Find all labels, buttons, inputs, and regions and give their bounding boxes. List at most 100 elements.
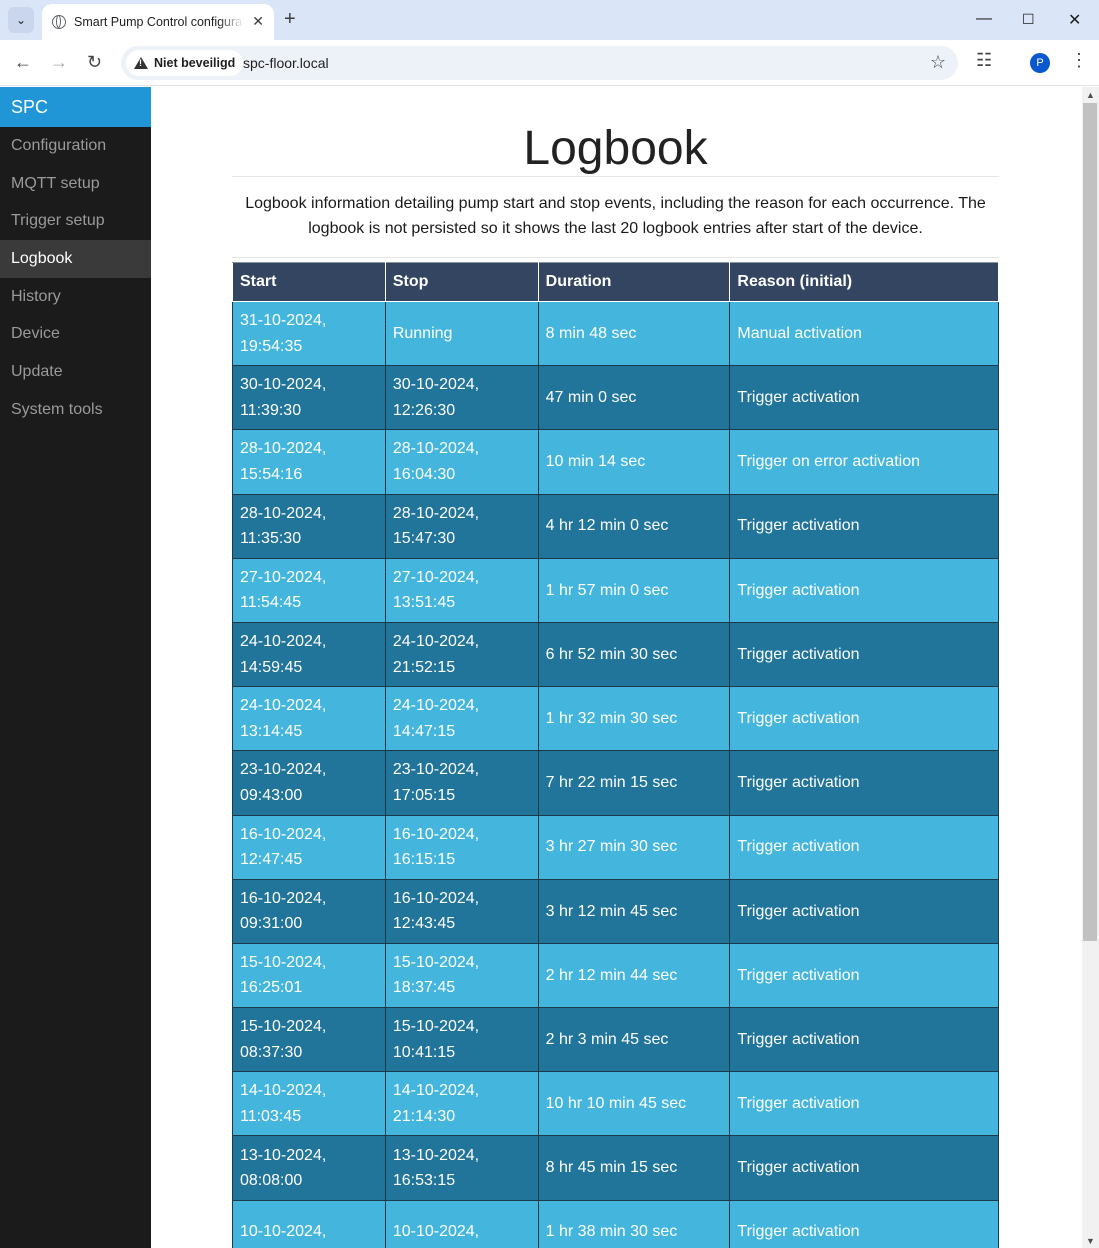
scroll-up-arrow-icon[interactable]: ▲ — [1086, 90, 1095, 100]
minimize-icon[interactable]: — — [976, 10, 992, 28]
divider — [232, 257, 999, 258]
column-header-start: Start — [232, 262, 386, 302]
stop-cell: 14-10-2024, 21:14:30 — [384, 1071, 539, 1137]
start-cell: 23-10-2024, 09:43:00 — [232, 750, 386, 816]
sidebar-item-update[interactable]: Update — [0, 353, 151, 391]
table-row: 23-10-2024, 09:43:00 23-10-2024, 17:05:15 7 … — [232, 750, 999, 816]
duration-cell: 1 hr 32 min 30 sec — [537, 686, 731, 752]
sidebar-item-device[interactable]: Device — [0, 315, 151, 353]
start-cell-start-date: 14-10-2024, — [240, 1082, 327, 1100]
sidebar-item-trigger-setup[interactable]: Trigger setup — [0, 202, 151, 240]
stop-cell: 10-10-2024, — [384, 1199, 539, 1248]
stop-cell-stop-time: 16:04:30 — [392, 465, 456, 483]
table-row: 28-10-2024, 15:54:16 28-10-2024, 16:04:30 10… — [232, 429, 999, 495]
reason-cell-reason: Manual activation — [737, 324, 862, 342]
new-tab-button[interactable]: + — [284, 8, 296, 30]
duration-cell: 1 hr 38 min 30 sec — [537, 1199, 731, 1248]
close-tab-icon[interactable]: ✕ — [252, 13, 264, 30]
reload-icon[interactable]: ↻ — [87, 52, 102, 73]
start-cell-start-time: 11:39:30 — [240, 401, 302, 419]
tab-search-button[interactable]: ⌄ — [8, 7, 34, 33]
stop-cell-stop-date: 14-10-2024, — [392, 1082, 480, 1100]
duration-cell-duration: 3 hr 12 min 45 sec — [545, 902, 678, 920]
reason-cell-reason: Trigger activation — [737, 902, 860, 920]
sidebar-item-history[interactable]: History — [0, 278, 151, 316]
url-text[interactable]: spc-floor.local — [243, 55, 329, 71]
table-row: 15-10-2024, 08:37:30 15-10-2024, 10:41:15 2 … — [232, 1007, 999, 1073]
reason-cell-reason: Trigger activation — [737, 838, 860, 856]
duration-cell: 4 hr 12 min 0 sec — [537, 493, 731, 559]
start-cell: 10-10-2024, — [232, 1199, 386, 1248]
scroll-down-arrow-icon[interactable]: ▼ — [1086, 1236, 1095, 1246]
reason-cell-reason: Trigger activation — [737, 1095, 860, 1113]
bookmark-star-icon[interactable]: ☆ — [930, 52, 946, 73]
start-cell: 13-10-2024, 08:08:00 — [232, 1135, 386, 1201]
duration-cell-duration: 1 hr 38 min 30 sec — [545, 1223, 678, 1241]
duration-cell: 3 hr 12 min 45 sec — [537, 878, 731, 944]
browser-tab[interactable]: Smart Pump Control configuration ✕ — [42, 4, 274, 40]
start-cell-start-date: 28-10-2024, — [240, 504, 327, 522]
sidebar-item-logbook[interactable]: Logbook — [0, 240, 151, 278]
sidebar-item-mqtt-setup[interactable]: MQTT setup — [0, 165, 151, 203]
duration-cell: 10 hr 10 min 45 sec — [537, 1071, 731, 1137]
duration-cell-duration: 2 hr 12 min 44 sec — [545, 966, 678, 984]
duration-cell-duration: 1 hr 32 min 30 sec — [545, 709, 678, 727]
reason-cell-reason: Trigger activation — [737, 389, 860, 407]
table-row: 16-10-2024, 09:31:00 16-10-2024, 12:43:45 3 … — [232, 878, 999, 944]
globe-icon — [52, 15, 66, 29]
start-cell: 27-10-2024, 11:54:45 — [232, 557, 386, 623]
stop-cell-stop-date: 28-10-2024, — [392, 504, 480, 522]
brand-logo[interactable]: SPC — [0, 87, 151, 127]
reason-cell: Trigger activation — [729, 365, 999, 431]
start-cell-start-time: 14:59:45 — [240, 658, 303, 676]
reason-cell-reason: Trigger activation — [737, 1159, 860, 1177]
extensions-icon[interactable]: ☷ — [976, 50, 992, 71]
start-cell-start-date: 28-10-2024, — [240, 440, 327, 458]
close-window-icon[interactable]: ✕ — [1068, 10, 1081, 30]
warning-icon — [134, 57, 148, 69]
sidebar-item-configuration[interactable]: Configuration — [0, 127, 151, 165]
stop-cell: 13-10-2024, 16:53:15 — [384, 1135, 539, 1201]
reason-cell: Manual activation — [729, 300, 999, 367]
start-cell-start-date: 13-10-2024, — [240, 1146, 327, 1164]
stop-cell-stop-time: 17:05:15 — [392, 786, 456, 804]
stop-cell: 23-10-2024, 17:05:15 — [384, 750, 539, 816]
sidebar-item-system-tools[interactable]: System tools — [0, 391, 151, 429]
menu-kebab-icon[interactable]: ⋮ — [1070, 50, 1088, 71]
stop-cell: 24-10-2024, 14:47:15 — [384, 686, 539, 752]
profile-avatar[interactable]: P — [1030, 53, 1050, 73]
table-row: 28-10-2024, 11:35:30 28-10-2024, 15:47:30 4 … — [232, 493, 999, 559]
duration-cell-duration: 47 min 0 sec — [545, 389, 637, 407]
page-scrollbar[interactable]: ▲ ▼ — [1082, 87, 1099, 1248]
reason-cell: Trigger on error activation — [729, 429, 999, 495]
duration-cell-duration: 1 hr 57 min 0 sec — [545, 581, 669, 599]
start-cell: 14-10-2024, 11:03:45 — [232, 1071, 386, 1137]
scrollbar-thumb[interactable] — [1083, 103, 1097, 941]
address-bar[interactable]: Niet beveiligd spc-floor.local ☆ — [121, 46, 958, 80]
forward-icon[interactable]: → — [50, 52, 68, 73]
duration-cell-duration: 8 hr 45 min 15 sec — [545, 1159, 678, 1177]
start-cell-start-time: 09:31:00 — [240, 915, 303, 933]
table-row: 24-10-2024, 14:59:45 24-10-2024, 21:52:15 6 … — [232, 621, 999, 688]
start-cell-start-time: 12:47:45 — [240, 851, 303, 869]
reason-cell-reason: Trigger activation — [737, 709, 860, 727]
start-cell: 24-10-2024, 14:59:45 — [232, 621, 386, 688]
security-chip[interactable]: Niet beveiligd — [126, 50, 244, 76]
duration-cell: 3 hr 27 min 30 sec — [537, 814, 731, 880]
stop-cell-stop-date: 24-10-2024, — [392, 697, 480, 715]
page-description: Logbook information detailing pump start… — [245, 195, 986, 237]
reason-cell-reason: Trigger activation — [737, 774, 860, 792]
start-cell-start-time: 11:54:45 — [240, 594, 302, 612]
back-icon[interactable]: ← — [14, 52, 32, 73]
stop-cell: 28-10-2024, 16:04:30 — [384, 429, 539, 495]
start-cell-start-date: 23-10-2024, — [240, 761, 327, 779]
reason-cell: Trigger activation — [729, 1135, 999, 1201]
column-header-stop: Stop — [384, 262, 539, 302]
duration-cell-duration: 2 hr 3 min 45 sec — [545, 1030, 669, 1048]
reason-cell: Trigger activation — [729, 942, 999, 1009]
stop-cell-stop-date: Running — [392, 324, 453, 342]
start-cell-start-date: 15-10-2024, — [240, 953, 327, 971]
maximize-icon[interactable]: ☐ — [1022, 11, 1035, 28]
stop-cell-stop-time: 21:14:30 — [392, 1107, 456, 1125]
table-row: 16-10-2024, 12:47:45 16-10-2024, 16:15:15 3 … — [232, 814, 999, 880]
